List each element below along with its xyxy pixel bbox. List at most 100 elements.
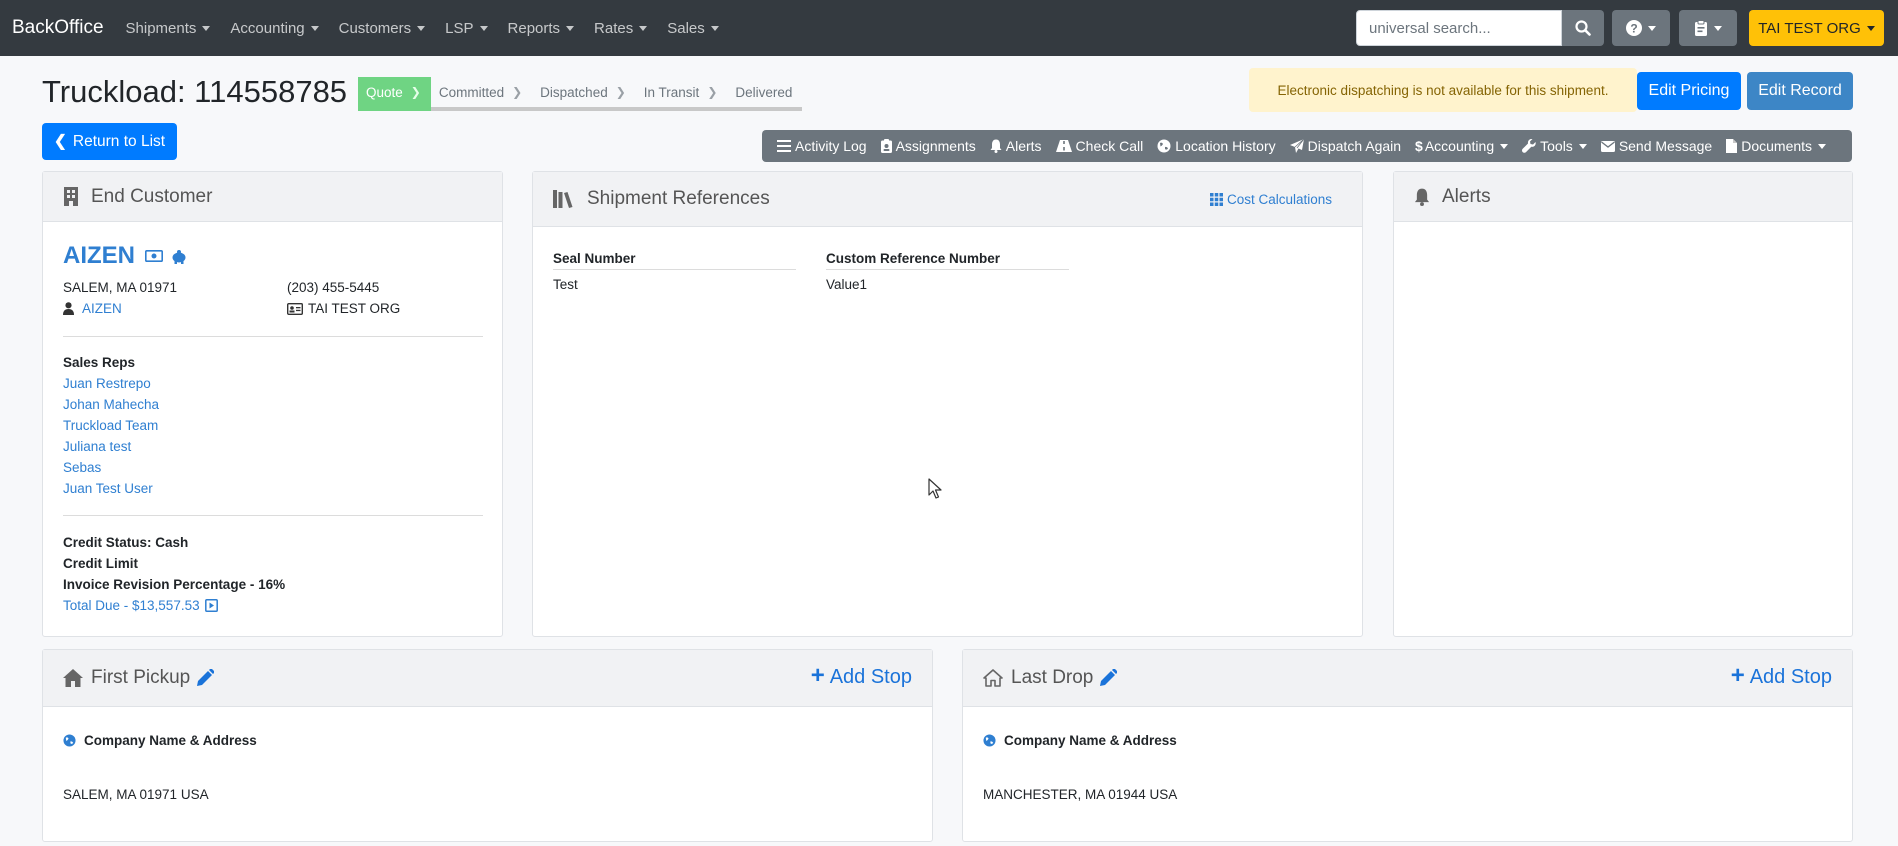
home-icon <box>63 669 83 687</box>
sales-rep-link[interactable]: Juliana test <box>63 439 131 454</box>
home-outline-icon <box>983 669 1003 687</box>
step-quote: Quote ❯ <box>358 77 431 111</box>
caret-down-icon <box>1578 143 1587 149</box>
add-stop-label: Add Stop <box>1749 665 1832 688</box>
nav-menu-shipments[interactable]: Shipments <box>116 0 221 56</box>
end-customer-header: End Customer <box>43 172 502 222</box>
wrench-icon <box>1522 139 1536 153</box>
money-bill-icon[interactable] <box>145 250 163 262</box>
caret-down-icon <box>1714 25 1722 31</box>
add-stop-button[interactable]: + Add Stop <box>810 662 912 690</box>
first-pickup-card: First Pickup + Add Stop Company Name & A… <box>42 649 933 842</box>
customer-name-link[interactable]: AIZEN <box>63 242 135 270</box>
globe-icon <box>983 734 996 747</box>
nav-label: Sales <box>667 19 705 37</box>
column-header-seal-number: Seal Number <box>553 251 636 266</box>
accounting-dropdown-button[interactable]: $ Accounting <box>1408 130 1515 162</box>
check-call-button[interactable]: Check Call <box>1049 130 1151 162</box>
tool-label: Documents <box>1741 138 1813 154</box>
paper-plane-icon <box>1289 139 1304 153</box>
user-icon <box>63 302 74 315</box>
tool-label: Accounting <box>1424 138 1495 154</box>
chevron-right-icon: ❯ <box>707 85 718 99</box>
search-button[interactable] <box>1562 10 1604 46</box>
edit-pricing-button[interactable]: Edit Pricing <box>1637 72 1741 110</box>
end-customer-card: End Customer AIZEN SALEM, MA 01971 (203)… <box>42 171 503 637</box>
card-title: Shipment References <box>587 188 770 209</box>
tool-label: Activity Log <box>795 138 867 154</box>
sales-rep-link[interactable]: Juan Restrepo <box>63 376 151 391</box>
invoice-revision-percentage: Invoice Revision Percentage - 16% <box>63 577 286 592</box>
total-due-link[interactable]: Total Due - $13,557.53 <box>63 598 200 613</box>
dispatch-warning-alert: Electronic dispatching is not available … <box>1249 68 1637 112</box>
nav-menu-reports[interactable]: Reports <box>498 0 585 56</box>
org-dropdown-button[interactable]: TAI TEST ORG <box>1749 10 1884 46</box>
sales-rep-link[interactable]: Truckload Team <box>63 418 158 433</box>
customer-name-row: AIZEN <box>63 242 187 270</box>
cost-calculations-link[interactable]: Cost Calculations <box>1210 192 1332 207</box>
documents-dropdown-button[interactable]: Documents <box>1719 130 1833 162</box>
add-stop-label: Add Stop <box>829 665 912 688</box>
company-address-label: Company Name & Address <box>1004 733 1177 748</box>
list-icon <box>777 140 791 152</box>
nav-menu-customers[interactable]: Customers <box>329 0 436 56</box>
clipboard-dropdown-button[interactable] <box>1679 10 1737 46</box>
status-progress: Quote ❯ Committed ❯ Dispatched ❯ In Transit… <box>358 77 803 111</box>
dollar-icon: $ <box>1415 138 1423 154</box>
pencil-icon[interactable] <box>1099 669 1118 687</box>
pencil-icon[interactable] <box>196 669 215 687</box>
seal-number-value: Test <box>553 277 578 292</box>
org-button-label: TAI TEST ORG <box>1758 19 1861 37</box>
step-committed: Committed ❯ <box>430 77 533 111</box>
nav-menu-rates[interactable]: Rates <box>584 0 657 56</box>
divider <box>553 269 796 270</box>
shipment-toolbar: Activity Log Assignments Alerts Check Ca… <box>762 130 1852 162</box>
plus-icon: + <box>1730 662 1745 689</box>
nav-menu-lsp[interactable]: LSP <box>435 0 497 56</box>
mouse-cursor-icon <box>928 478 942 499</box>
nav-label: Rates <box>594 19 634 37</box>
sales-rep-link[interactable]: Sebas <box>63 460 101 475</box>
location-history-button[interactable]: Location History <box>1150 130 1282 162</box>
nav-menu-sales[interactable]: Sales <box>657 0 729 56</box>
step-label: Dispatched <box>540 84 608 100</box>
activity-log-button[interactable]: Activity Log <box>770 130 874 162</box>
sales-rep-link[interactable]: Juan Test User <box>63 481 153 496</box>
search-icon <box>1575 20 1591 36</box>
brand-logo[interactable]: BackOffice <box>12 17 104 39</box>
customer-contact-link[interactable]: AIZEN <box>82 301 122 316</box>
send-message-button[interactable]: Send Message <box>1594 130 1719 162</box>
step-dispatched: Dispatched ❯ <box>532 77 636 111</box>
piggy-bank-icon[interactable] <box>171 249 187 264</box>
caret-down-icon <box>417 25 426 31</box>
tools-dropdown-button[interactable]: Tools <box>1515 130 1594 162</box>
customer-org-row: TAI TEST ORG <box>287 301 400 316</box>
dispatch-again-button[interactable]: Dispatch Again <box>1283 130 1408 162</box>
chevron-right-icon: ❯ <box>512 85 523 99</box>
caret-down-icon <box>1818 143 1827 149</box>
tool-label: Send Message <box>1618 138 1713 154</box>
drop-address: MANCHESTER, MA 01944 USA <box>983 787 1178 802</box>
alerts-button[interactable]: Alerts <box>983 130 1049 162</box>
customer-city: SALEM, MA 01971 <box>63 280 178 295</box>
sales-reps-label: Sales Reps <box>63 355 136 370</box>
external-link-icon[interactable] <box>204 599 218 612</box>
chevron-left-icon: ❮ <box>53 133 67 150</box>
plus-icon: + <box>810 662 825 689</box>
help-dropdown-button[interactable]: ? <box>1612 10 1670 46</box>
company-address-label-row: Company Name & Address <box>63 733 257 748</box>
caret-down-icon <box>1866 25 1875 31</box>
assignments-button[interactable]: Assignments <box>874 130 983 162</box>
tool-label: Location History <box>1175 138 1276 154</box>
nav-label: LSP <box>445 19 474 37</box>
add-stop-button[interactable]: + Add Stop <box>1730 662 1832 690</box>
chevron-right-icon: ❯ <box>410 85 421 99</box>
return-to-list-button[interactable]: ❮ Return to List <box>42 123 177 160</box>
nav-menu-accounting[interactable]: Accounting <box>220 0 328 56</box>
last-drop-header: Last Drop <box>963 650 1852 707</box>
sales-rep-link[interactable]: Johan Mahecha <box>63 397 159 412</box>
nav-label: Accounting <box>230 19 305 37</box>
universal-search-input[interactable] <box>1356 10 1562 46</box>
edit-record-button[interactable]: Edit Record <box>1747 72 1853 110</box>
step-label: In Transit <box>643 84 700 100</box>
